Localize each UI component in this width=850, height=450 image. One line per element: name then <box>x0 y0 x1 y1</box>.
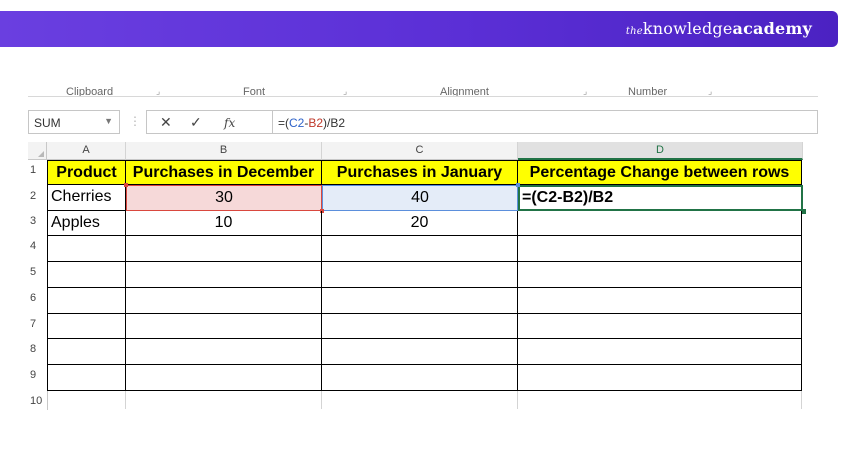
cell-a2[interactable]: Cherries <box>47 185 126 211</box>
cell-c7[interactable] <box>322 314 518 339</box>
cell-c5[interactable] <box>322 262 518 288</box>
column-header-b[interactable]: B <box>126 142 322 160</box>
column-header-d[interactable]: D <box>518 142 803 160</box>
cell-d3[interactable] <box>518 211 802 236</box>
cell-b4[interactable] <box>126 236 322 262</box>
name-box[interactable]: SUM ▼ <box>28 110 120 134</box>
cell-b7[interactable] <box>126 314 322 339</box>
cell-d6[interactable] <box>518 288 802 314</box>
row-header-5[interactable]: 5 <box>28 266 46 278</box>
range-handle-b2[interactable] <box>124 183 128 187</box>
cell-c1[interactable]: Purchases in January <box>322 160 518 185</box>
cell-a6[interactable] <box>47 288 126 314</box>
grid-line <box>517 391 518 409</box>
dialog-launcher-icon[interactable]: ⌟ <box>343 86 347 96</box>
formula-ref-b2: B2 <box>308 116 324 130</box>
ribbon-group-alignment: Alignment <box>440 86 489 97</box>
row-header-7[interactable]: 7 <box>28 318 46 330</box>
cell-a3[interactable]: Apples <box>47 211 126 236</box>
cell-d1[interactable]: Percentage Change between rows <box>518 160 802 185</box>
cell-c3[interactable]: 20 <box>322 211 518 236</box>
grid-line <box>801 391 802 409</box>
cell-b6[interactable] <box>126 288 322 314</box>
cell-a4[interactable] <box>47 236 126 262</box>
ribbon-group-clipboard: Clipboard <box>66 86 114 97</box>
grid-line <box>321 391 322 409</box>
dialog-launcher-icon[interactable]: ⌟ <box>156 86 160 96</box>
cell-b5[interactable] <box>126 262 322 288</box>
ribbon-group-number: Number <box>628 86 668 97</box>
cell-d5[interactable] <box>518 262 802 288</box>
cell-d9[interactable] <box>518 365 802 391</box>
row-header-3[interactable]: 3 <box>28 215 46 227</box>
cell-a9[interactable] <box>47 365 126 391</box>
enter-check-icon[interactable]: ✓ <box>190 114 202 131</box>
range-handle-c2[interactable] <box>516 183 520 187</box>
row-header-2[interactable]: 2 <box>28 190 46 202</box>
formula-bar: SUM ▼ ⋮ ✕ ✓ fx =(C2-B2)/B2 <box>28 108 818 136</box>
formula-ref-c2: C2 <box>289 116 305 130</box>
dialog-launcher-icon[interactable]: ⌟ <box>583 86 587 96</box>
row-header-9[interactable]: 9 <box>28 369 46 381</box>
cell-a7[interactable] <box>47 314 126 339</box>
dialog-launcher-icon[interactable]: ⌟ <box>708 86 712 96</box>
cancel-icon[interactable]: ✕ <box>160 114 172 131</box>
cell-a8[interactable] <box>47 339 126 365</box>
column-header-a[interactable]: A <box>47 142 126 160</box>
insert-function-icon[interactable]: fx <box>224 116 235 130</box>
formula-bar-grip-icon[interactable]: ⋮ <box>129 114 141 128</box>
cell-c4[interactable] <box>322 236 518 262</box>
cell-c6[interactable] <box>322 288 518 314</box>
cell-b3[interactable]: 10 <box>126 211 322 236</box>
chevron-down-icon[interactable]: ▼ <box>104 116 113 126</box>
cell-d7[interactable] <box>518 314 802 339</box>
cell-c8[interactable] <box>322 339 518 365</box>
cell-b8[interactable] <box>126 339 322 365</box>
grid-line <box>125 391 126 409</box>
column-header-c[interactable]: C <box>322 142 518 160</box>
row-header-10[interactable]: 10 <box>28 395 46 407</box>
cell-c9[interactable] <box>322 365 518 391</box>
cell-c2[interactable]: 40 <box>322 185 518 211</box>
row-header-8[interactable]: 8 <box>28 343 46 355</box>
cell-d2-active[interactable]: =(C2-B2)/B2 <box>518 185 803 211</box>
row-header-1[interactable]: 1 <box>28 164 46 176</box>
row-header-6[interactable]: 6 <box>28 292 46 304</box>
cell-d8[interactable] <box>518 339 802 365</box>
brand-banner: theknowledgeacademy <box>0 11 838 47</box>
cell-a5[interactable] <box>47 262 126 288</box>
formula-buttons: ✕ ✓ fx <box>146 110 273 134</box>
select-all-button[interactable] <box>28 142 47 160</box>
row-header-4[interactable]: 4 <box>28 240 46 252</box>
ribbon-group-font: Font <box>243 86 266 97</box>
cell-a1[interactable]: Product <box>47 160 126 185</box>
brand-logo: theknowledgeacademy <box>625 19 812 38</box>
formula-input[interactable]: =(C2-B2)/B2 <box>272 110 818 134</box>
cell-b9[interactable] <box>126 365 322 391</box>
cell-b1[interactable]: Purchases in December <box>126 160 322 185</box>
ribbon-group-labels: Clipboard ⌟ Font ⌟ Alignment ⌟ Number ⌟ <box>28 84 818 97</box>
cell-b2[interactable]: 30 <box>126 185 322 211</box>
cell-d4[interactable] <box>518 236 802 262</box>
